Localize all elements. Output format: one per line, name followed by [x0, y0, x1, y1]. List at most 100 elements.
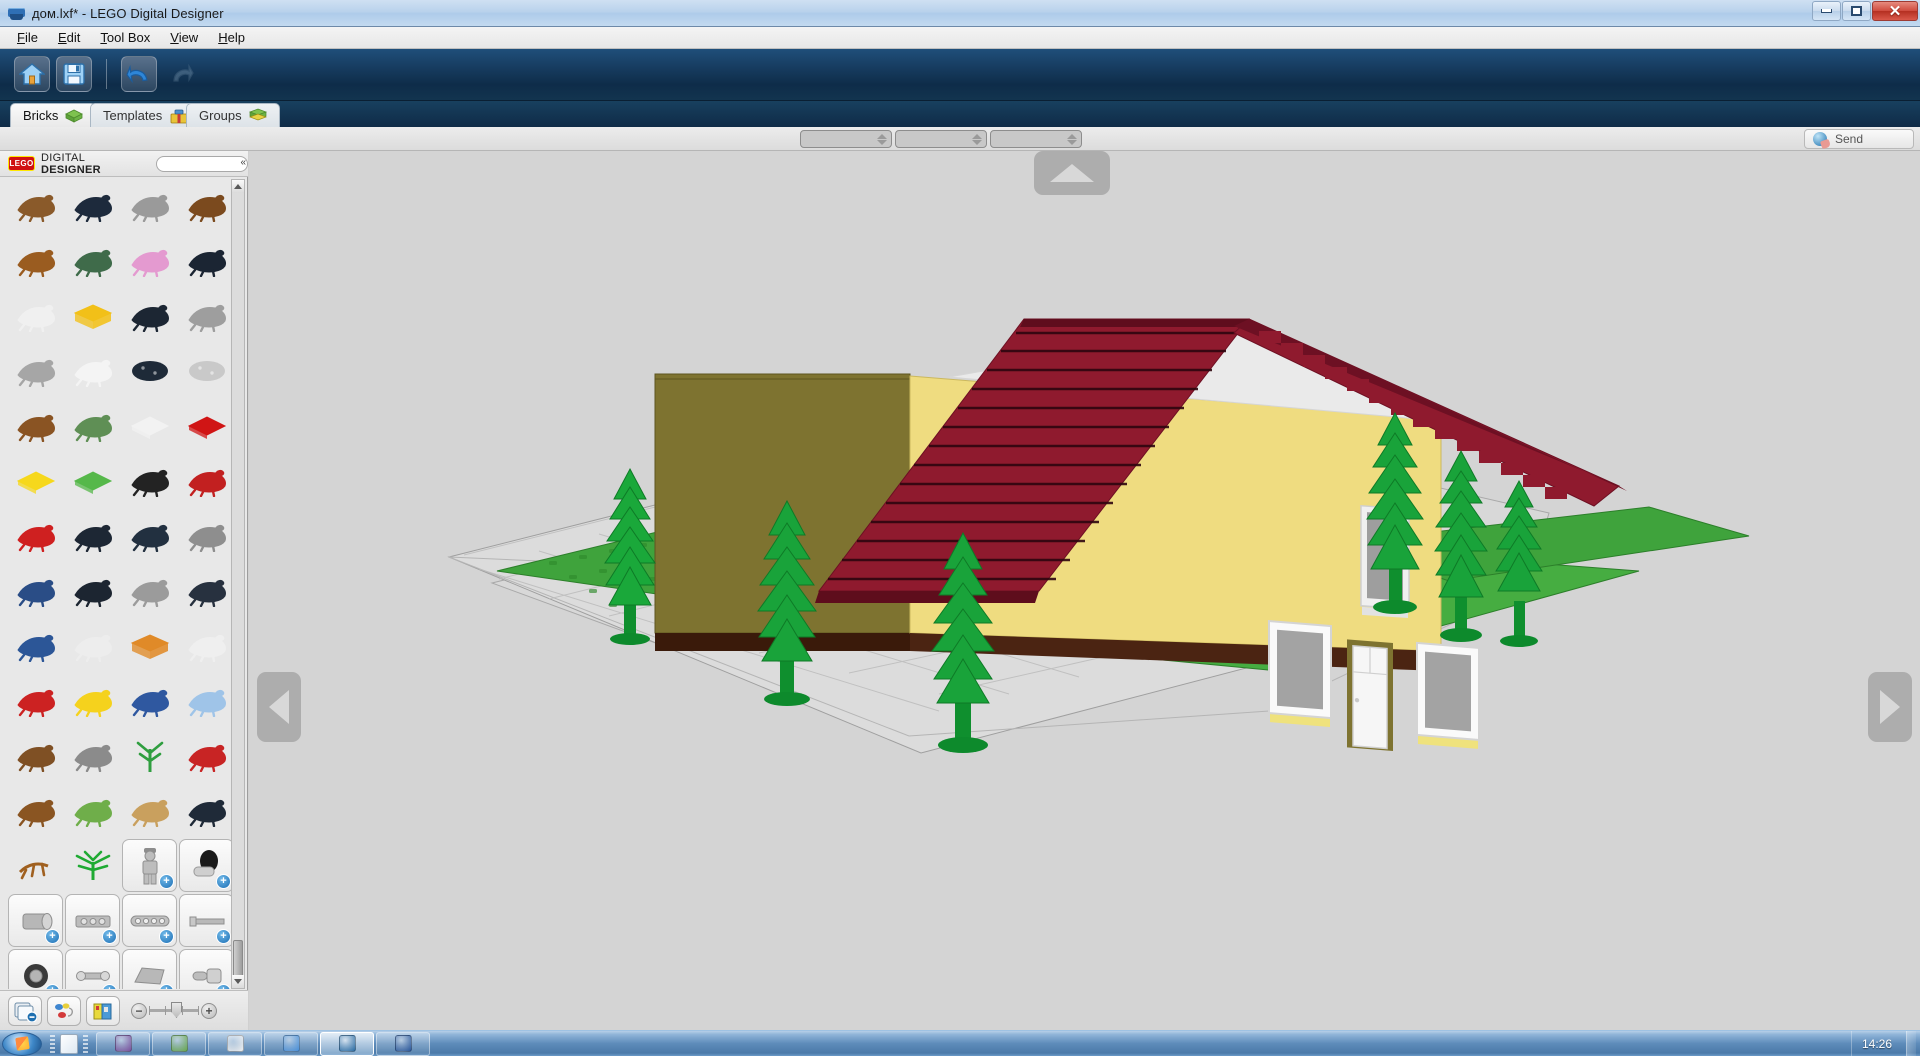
animal-part-navy-8[interactable]	[179, 784, 234, 837]
animal-part-gray-5[interactable]	[122, 564, 177, 617]
expand-group-icon[interactable]: +	[102, 984, 117, 989]
menu-view[interactable]: View	[161, 27, 207, 48]
hair-piece-group[interactable]: +	[179, 839, 234, 892]
technic-panel-group[interactable]: +	[122, 949, 177, 989]
animal-part-navy-3[interactable]	[122, 344, 177, 397]
expand-group-icon[interactable]: +	[216, 929, 231, 944]
taskbar-word[interactable]	[376, 1031, 430, 1056]
animal-part-lightgray-1[interactable]	[179, 344, 234, 397]
animal-part-brown-6[interactable]	[8, 784, 63, 837]
search-input[interactable]	[156, 155, 248, 172]
animal-part-blue-2[interactable]	[8, 619, 63, 672]
technic-axle-group[interactable]: +	[179, 894, 234, 947]
quicklaunch-show-desktop-icon[interactable]	[60, 1033, 78, 1054]
animal-part-red-5[interactable]	[179, 729, 234, 782]
animal-part-white-4[interactable]	[65, 619, 120, 672]
zoom-out-button[interactable]: −	[131, 1002, 147, 1019]
animal-part-red-1[interactable]	[179, 399, 234, 452]
animal-part-white-5[interactable]	[179, 619, 234, 672]
show-desktop-button[interactable]	[1906, 1031, 1916, 1056]
animal-part-blue-1[interactable]	[8, 564, 63, 617]
animal-part-red-4[interactable]	[8, 674, 63, 727]
palm-leaf-green[interactable]	[65, 839, 120, 892]
expand-group-icon[interactable]: +	[102, 929, 117, 944]
animal-part-green-4[interactable]	[65, 784, 120, 837]
animal-part-gray-6[interactable]	[65, 729, 120, 782]
animal-part-white-1[interactable]	[8, 289, 63, 342]
spinner-x[interactable]	[800, 130, 892, 148]
expand-group-icon[interactable]: +	[159, 874, 174, 889]
animal-part-gray-2[interactable]	[179, 289, 234, 342]
animal-part-green-1[interactable]	[65, 234, 120, 287]
crab-part-brown[interactable]	[8, 839, 63, 892]
tab-bricks[interactable]: Bricks	[10, 103, 97, 127]
brick-palette-view-button[interactable]	[8, 995, 42, 1026]
animal-part-yellow-1[interactable]	[65, 289, 120, 342]
home-button[interactable]	[14, 56, 50, 92]
technic-liftarm-group[interactable]: +	[122, 894, 177, 947]
animal-part-yellow-2[interactable]	[8, 454, 63, 507]
redo-button[interactable]	[163, 56, 199, 92]
animal-part-white-2[interactable]	[65, 344, 120, 397]
collapse-panel-button[interactable]: «	[240, 157, 246, 168]
technic-cylinder-group[interactable]: +	[8, 894, 63, 947]
taskbar-clock[interactable]: 14:26	[1862, 1037, 1898, 1051]
box-view-button[interactable]	[86, 995, 120, 1026]
taskbar-messenger[interactable]	[264, 1031, 318, 1056]
scroll-up-icon[interactable]	[232, 180, 244, 193]
technic-wheel-group[interactable]: +	[8, 949, 63, 989]
animal-part-navy-4[interactable]	[65, 509, 120, 562]
tab-groups[interactable]: Groups	[186, 103, 280, 127]
model-viewport[interactable]: + −	[249, 151, 1920, 1030]
close-button[interactable]: ✕	[1872, 1, 1918, 21]
animal-part-brown-1[interactable]	[8, 179, 63, 232]
animal-part-yellow-3[interactable]	[65, 674, 120, 727]
taskbar-game[interactable]	[152, 1031, 206, 1056]
zoom-thumb[interactable]	[171, 1002, 182, 1018]
animal-part-navy-5[interactable]	[122, 509, 177, 562]
animal-part-navy-6[interactable]	[65, 564, 120, 617]
rotate-left-button[interactable]	[257, 672, 301, 742]
menu-toolbox[interactable]: Tool Box	[91, 27, 159, 48]
palette-scrollbar[interactable]	[231, 179, 245, 989]
animal-part-brown-5[interactable]	[8, 729, 63, 782]
spinner-z[interactable]	[990, 130, 1082, 148]
rotate-right-button[interactable]	[1868, 672, 1912, 742]
taskbar-lego-digital-designer[interactable]	[320, 1031, 374, 1056]
animal-part-red-3[interactable]	[8, 509, 63, 562]
technic-pin-group[interactable]: +	[65, 949, 120, 989]
maximize-button[interactable]	[1842, 1, 1871, 21]
animal-part-darkblue-1[interactable]	[65, 179, 120, 232]
animal-part-brown-2[interactable]	[179, 179, 234, 232]
animal-part-blue-3[interactable]	[122, 674, 177, 727]
animal-part-black-1[interactable]	[122, 454, 177, 507]
send-button[interactable]: Send	[1804, 129, 1914, 149]
minifigure-group[interactable]: +	[122, 839, 177, 892]
menu-edit[interactable]: Edit	[49, 27, 89, 48]
animal-part-white-3[interactable]	[122, 399, 177, 452]
animal-part-gray-4[interactable]	[179, 509, 234, 562]
palette-zoom-slider[interactable]: − +	[131, 1002, 217, 1019]
expand-group-icon[interactable]: +	[45, 929, 60, 944]
save-button[interactable]	[56, 56, 92, 92]
expand-group-icon[interactable]: +	[45, 984, 60, 989]
animal-part-brown-4[interactable]	[8, 399, 63, 452]
start-button[interactable]	[2, 1031, 42, 1056]
animal-part-red-2[interactable]	[179, 454, 234, 507]
animal-part-gray-1[interactable]	[122, 179, 177, 232]
rotate-up-button[interactable]	[1034, 151, 1110, 195]
expand-group-icon[interactable]: +	[159, 984, 174, 989]
animal-part-green-2[interactable]	[65, 399, 120, 452]
expand-group-icon[interactable]: +	[216, 984, 231, 989]
animal-part-gray-3[interactable]	[8, 344, 63, 397]
zoom-track[interactable]	[149, 1002, 199, 1018]
animal-part-orange-1[interactable]	[122, 619, 177, 672]
taskbar-grip-2[interactable]	[83, 1034, 88, 1053]
animal-part-navy-2[interactable]	[122, 289, 177, 342]
animal-part-navy-7[interactable]	[179, 564, 234, 617]
taskbar-grip[interactable]	[50, 1034, 55, 1053]
menu-file[interactable]: File	[8, 27, 47, 48]
animal-part-lightblue-1[interactable]	[179, 674, 234, 727]
spinner-y[interactable]	[895, 130, 987, 148]
animal-part-navy-1[interactable]	[179, 234, 234, 287]
